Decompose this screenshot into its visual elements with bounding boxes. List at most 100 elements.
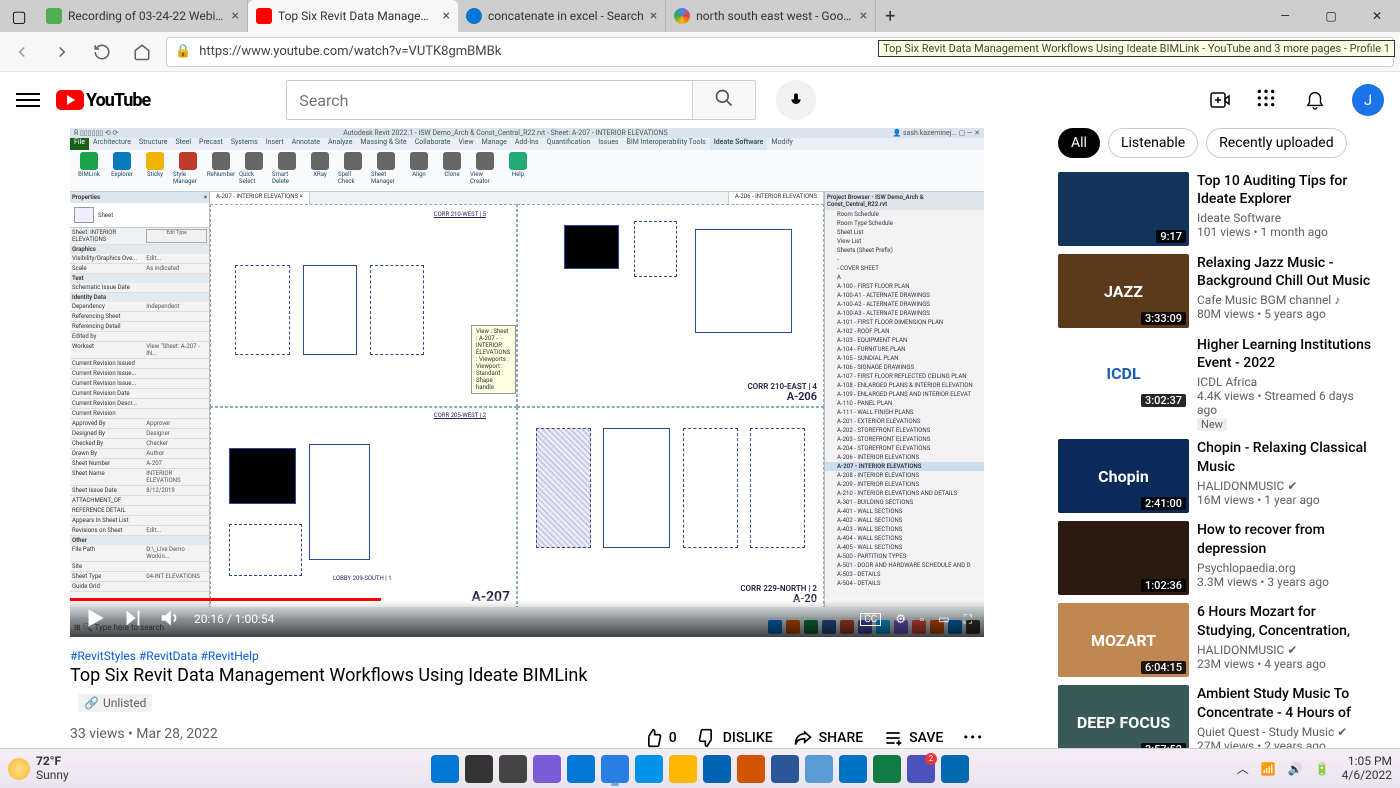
browser-tab[interactable]: north south east west - Google S × xyxy=(666,0,876,32)
volume-icon[interactable]: 🔊 xyxy=(1288,762,1303,776)
taskbar-app[interactable] xyxy=(873,755,901,783)
taskbar-app[interactable] xyxy=(737,755,765,783)
home-button[interactable] xyxy=(126,36,158,68)
captions-button[interactable]: CC xyxy=(860,613,881,626)
logo-text: YouTube xyxy=(86,90,150,111)
drawing-canvas: A-207 - INTERIOR ELEVATIONS × A-206 - IN… xyxy=(210,192,824,609)
weather-widget[interactable]: 72°FSunny xyxy=(8,755,69,781)
like-button[interactable]: 0 xyxy=(643,728,677,748)
new-tab-button[interactable]: + xyxy=(876,0,904,32)
settings-icon[interactable]: ⚙ xyxy=(895,612,906,626)
maximize-button[interactable]: ▢ xyxy=(1308,0,1354,32)
taskbar-app[interactable] xyxy=(635,755,663,783)
browser-tab-active[interactable]: Top Six Revit Data Management × xyxy=(248,0,458,32)
time-display: 20:16 / 1:00:54 xyxy=(194,612,274,626)
taskbar-app[interactable] xyxy=(805,755,833,783)
lock-icon: 🔒 xyxy=(175,44,191,59)
tab-close-icon[interactable]: × xyxy=(232,8,239,24)
forward-button[interactable] xyxy=(46,36,78,68)
browser-tab[interactable]: Recording of 03-24-22 Webinar × xyxy=(38,0,248,32)
chip-listenable[interactable]: Listenable xyxy=(1108,128,1198,158)
back-button[interactable] xyxy=(6,36,38,68)
share-button[interactable]: SHARE xyxy=(793,728,864,748)
revit-screenshot: R ▯▯▯▯▯▯ ⟲ ⟳ Autodesk Revit 2022.1 - ISW… xyxy=(70,128,984,637)
address-bar: 🔒 https://www.youtube.com/watch?v=VUTK8g… xyxy=(0,32,1400,72)
more-actions-button[interactable]: ••• xyxy=(963,730,984,746)
hashtags-link[interactable]: #RevitStyles #RevitData #RevitHelp xyxy=(70,649,984,663)
tab-title: concatenate in excel - Search xyxy=(488,9,644,23)
window-controls: ― ▢ ✕ xyxy=(1262,0,1400,32)
windows-taskbar: 72°FSunny 2 ︿ 📶 🔊 🔋 1:05 PM4/6/2022 xyxy=(0,748,1400,788)
taskbar-app[interactable] xyxy=(431,755,459,783)
related-item[interactable]: Chopin2:41:00 Chopin - Relaxing Classica… xyxy=(1058,439,1376,513)
video-metadata: #RevitStyles #RevitData #RevitHelp Top S… xyxy=(70,637,984,748)
miniplayer-icon[interactable]: ▫ xyxy=(920,612,924,626)
browser-tab[interactable]: concatenate in excel - Search × xyxy=(458,0,666,32)
next-button[interactable] xyxy=(122,607,144,632)
related-item[interactable]: 1:02:36 How to recover from depressionPs… xyxy=(1058,521,1376,595)
youtube-logo[interactable]: YouTube xyxy=(56,90,150,111)
fullscreen-icon[interactable]: ⛶ xyxy=(964,612,972,627)
favicon-icon xyxy=(256,8,272,24)
tab-close-icon[interactable]: × xyxy=(443,8,450,24)
favicon-icon xyxy=(466,8,482,24)
taskbar-app[interactable] xyxy=(703,755,731,783)
taskbar-app[interactable] xyxy=(669,755,697,783)
related-item[interactable]: ICDL3:02:37 Higher Learning Institutions… xyxy=(1058,336,1376,431)
dislike-button[interactable]: DISLIKE xyxy=(697,728,773,748)
tray-chevron-icon[interactable]: ︿ xyxy=(1237,760,1249,777)
tab-close-icon[interactable]: × xyxy=(650,8,657,24)
menu-icon[interactable] xyxy=(16,88,40,112)
filter-chips: All Listenable Recently uploaded xyxy=(1058,128,1376,158)
create-icon[interactable] xyxy=(1208,88,1232,112)
taskbar-app[interactable] xyxy=(499,755,527,783)
taskbar-app[interactable] xyxy=(601,755,629,783)
video-player[interactable]: R ▯▯▯▯▯▯ ⟲ ⟳ Autodesk Revit 2022.1 - ISW… xyxy=(70,128,984,637)
url-text: https://www.youtube.com/watch?v=VUTK8gmB… xyxy=(199,44,501,59)
sun-icon xyxy=(8,758,30,780)
save-button[interactable]: SAVE xyxy=(883,728,943,748)
battery-icon[interactable]: 🔋 xyxy=(1315,762,1330,776)
refresh-button[interactable] xyxy=(86,36,118,68)
tab-close-icon[interactable]: × xyxy=(860,8,867,24)
content-area: R ▯▯▯▯▯▯ ⟲ ⟳ Autodesk Revit 2022.1 - ISW… xyxy=(0,128,1400,748)
ribbon: BIMLinkExplorerStickyStyle ManagerReNumb… xyxy=(70,150,984,192)
theater-icon[interactable]: ▭ xyxy=(938,612,949,626)
wifi-icon[interactable]: 📶 xyxy=(1261,762,1276,776)
properties-panel: Properties× Sheet Sheet: INTERIOR ELEVAT… xyxy=(70,192,210,609)
taskbar-app[interactable] xyxy=(533,755,561,783)
search-input[interactable] xyxy=(286,80,692,120)
avatar[interactable]: J xyxy=(1352,84,1384,116)
tab-actions-icon[interactable]: ▢ xyxy=(6,3,32,29)
ribbon-tabs: FileArchitectureStructureSteelPrecastSys… xyxy=(70,138,984,150)
chip-all[interactable]: All xyxy=(1058,128,1100,158)
apps-icon[interactable] xyxy=(1256,88,1280,112)
related-item[interactable]: 9:17 Top 10 Auditing Tips for Ideate Exp… xyxy=(1058,172,1376,246)
taskbar-app[interactable] xyxy=(941,755,969,783)
related-item[interactable]: JAZZ3:33:09 Relaxing Jazz Music - Backgr… xyxy=(1058,254,1376,328)
secondary-column: All Listenable Recently uploaded 9:17 To… xyxy=(1052,128,1400,748)
favicon-icon xyxy=(46,8,62,24)
canvas-tooltip: View : Sheet : A-207 - INTERIOR ELEVATIO… xyxy=(471,325,516,394)
minimize-button[interactable]: ― xyxy=(1262,0,1308,32)
taskbar-app[interactable] xyxy=(567,755,595,783)
taskbar-apps: 2 xyxy=(431,755,969,783)
url-input[interactable]: 🔒 https://www.youtube.com/watch?v=VUTK8g… xyxy=(166,37,1394,67)
voice-search-button[interactable] xyxy=(776,80,816,120)
search-button[interactable] xyxy=(692,80,756,120)
related-item[interactable]: DEEP FOCUS3:57:52 Ambient Study Music To… xyxy=(1058,685,1376,748)
clock[interactable]: 1:05 PM4/6/2022 xyxy=(1342,755,1392,781)
taskbar-app[interactable]: 2 xyxy=(907,755,935,783)
play-button[interactable] xyxy=(82,605,108,634)
play-logo-icon xyxy=(56,90,84,110)
volume-button[interactable] xyxy=(158,607,180,632)
notifications-icon[interactable] xyxy=(1304,88,1328,112)
chip-recent[interactable]: Recently uploaded xyxy=(1206,128,1346,158)
related-item[interactable]: MOZART6:04:15 6 Hours Mozart for Studyin… xyxy=(1058,603,1376,677)
taskbar-app[interactable] xyxy=(771,755,799,783)
close-button[interactable]: ✕ xyxy=(1354,0,1400,32)
taskbar-app[interactable] xyxy=(839,755,867,783)
taskbar-app[interactable] xyxy=(465,755,493,783)
player-controls: 20:16 / 1:00:54 CC ⚙ ▫ ▭ ⛶ xyxy=(70,601,984,637)
revit-title: Autodesk Revit 2022.1 - ISW Demo_Arch & … xyxy=(343,129,667,137)
